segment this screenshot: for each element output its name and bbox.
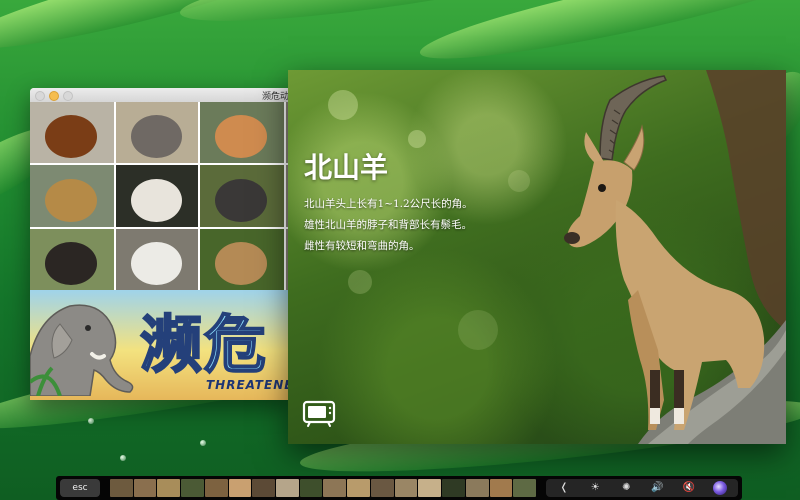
tv-button[interactable] [302, 400, 336, 428]
grass-blade [415, 0, 800, 76]
animal-figure [215, 115, 268, 159]
touch-bar-control-strip: ❬ ☀ ✺ 🔊 🔇 [546, 479, 738, 497]
mute-icon[interactable]: 🔇 [675, 479, 703, 497]
animal-figure [45, 242, 98, 286]
water-drop [88, 418, 94, 424]
animal-name-heading: 北山羊 [304, 151, 389, 184]
close-button[interactable] [35, 91, 45, 101]
banner-subtitle: THREATENE [206, 378, 292, 392]
touch-bar-thumbnail[interactable] [442, 479, 465, 497]
animal-thumbnail-white-tiger[interactable] [116, 229, 198, 290]
touch-bar-thumbnail[interactable] [204, 479, 228, 497]
animal-figure [130, 115, 182, 159]
animal-figure [215, 242, 268, 286]
animal-figure [215, 178, 268, 223]
animal-thumbnail-white-headed-monkey[interactable] [116, 165, 198, 227]
touch-bar: esc ❬ ☀ ✺ 🔊 🔇 [56, 476, 742, 500]
touch-bar-thumbnail[interactable] [370, 479, 394, 497]
bokeh-light [348, 270, 372, 294]
touch-bar-thumbnail[interactable] [157, 479, 181, 497]
animal-thumbnail-ibex-thumb[interactable] [200, 229, 284, 290]
siri-icon[interactable] [706, 479, 734, 497]
elephant-illustration [30, 304, 134, 396]
volume-icon[interactable]: 🔊 [644, 479, 672, 497]
animal-thumbnail-asian-elephant[interactable] [116, 102, 198, 163]
touch-bar-thumbnail[interactable] [323, 479, 347, 497]
chevron-left-icon[interactable]: ❬ [550, 479, 578, 497]
siri-orb [712, 481, 727, 495]
animal-figure [45, 178, 98, 223]
animal-thumbnail-proboscis-monkey[interactable] [200, 102, 284, 163]
zoom-button[interactable] [63, 91, 73, 101]
animal-thumbnail-grid [30, 102, 292, 290]
touch-bar-thumbnail-strip[interactable] [110, 479, 536, 497]
touch-bar-thumbnail[interactable] [252, 479, 276, 497]
touch-bar-thumbnail[interactable] [276, 479, 299, 497]
animal-thumbnail-orangutan[interactable] [30, 102, 114, 163]
description-line: 北山羊头上长有1~1.2公尺长的角。 [304, 198, 473, 210]
water-drop [120, 455, 126, 461]
minimize-button[interactable] [49, 91, 59, 101]
banner-title: 濒危 [139, 307, 269, 382]
touch-bar-thumbnail[interactable] [181, 479, 204, 497]
window-titlebar[interactable]: 濒危动 [30, 88, 292, 103]
description-line: 雌性有较短和弯曲的角。 [304, 240, 420, 252]
gallery-window: 濒危动 濒危 THREATENE [30, 88, 292, 400]
window-title: 濒危动 [262, 92, 290, 102]
animal-description: 北山羊头上长有1~1.2公尺长的角。 雄性北山羊的脖子和背部长有鬃毛。 雌性有较… [304, 194, 473, 257]
touch-bar-thumbnail[interactable] [110, 479, 133, 497]
touch-bar-thumbnail[interactable] [347, 479, 370, 497]
esc-key[interactable]: esc [60, 479, 100, 497]
bokeh-light [328, 90, 358, 120]
brightness-icon[interactable]: ✺ [612, 479, 640, 497]
animal-detail-window: 北山羊 北山羊头上长有1~1.2公尺长的角。 雄性北山羊的脖子和背部长有鬃毛。 … [288, 70, 786, 444]
touch-bar-thumbnail[interactable] [513, 479, 536, 497]
ibex-photo [564, 70, 786, 444]
touch-bar-thumbnail[interactable] [394, 479, 418, 497]
animal-figure [130, 178, 182, 223]
animal-figure [130, 242, 182, 286]
animal-thumbnail-jaguar[interactable] [30, 165, 114, 227]
animal-thumbnail-chimpanzee[interactable] [30, 229, 114, 290]
touch-bar-thumbnail[interactable] [299, 479, 323, 497]
bokeh-light [408, 130, 426, 148]
animal-figure [45, 115, 98, 159]
tv-icon [302, 400, 336, 427]
description-line: 雄性北山羊的脖子和背部长有鬃毛。 [304, 219, 472, 231]
brightness-slider-icon[interactable]: ☀ [581, 479, 609, 497]
touch-bar-thumbnail[interactable] [465, 479, 489, 497]
touch-bar-thumbnail[interactable] [133, 479, 157, 497]
touch-bar-thumbnail[interactable] [489, 479, 513, 497]
touch-bar-thumbnail[interactable] [418, 479, 442, 497]
animal-thumbnail-tapir[interactable] [200, 165, 284, 227]
threatened-animals-banner[interactable]: 濒危 THREATENE [30, 290, 292, 400]
water-drop [200, 440, 206, 446]
touch-bar-thumbnail[interactable] [228, 479, 252, 497]
